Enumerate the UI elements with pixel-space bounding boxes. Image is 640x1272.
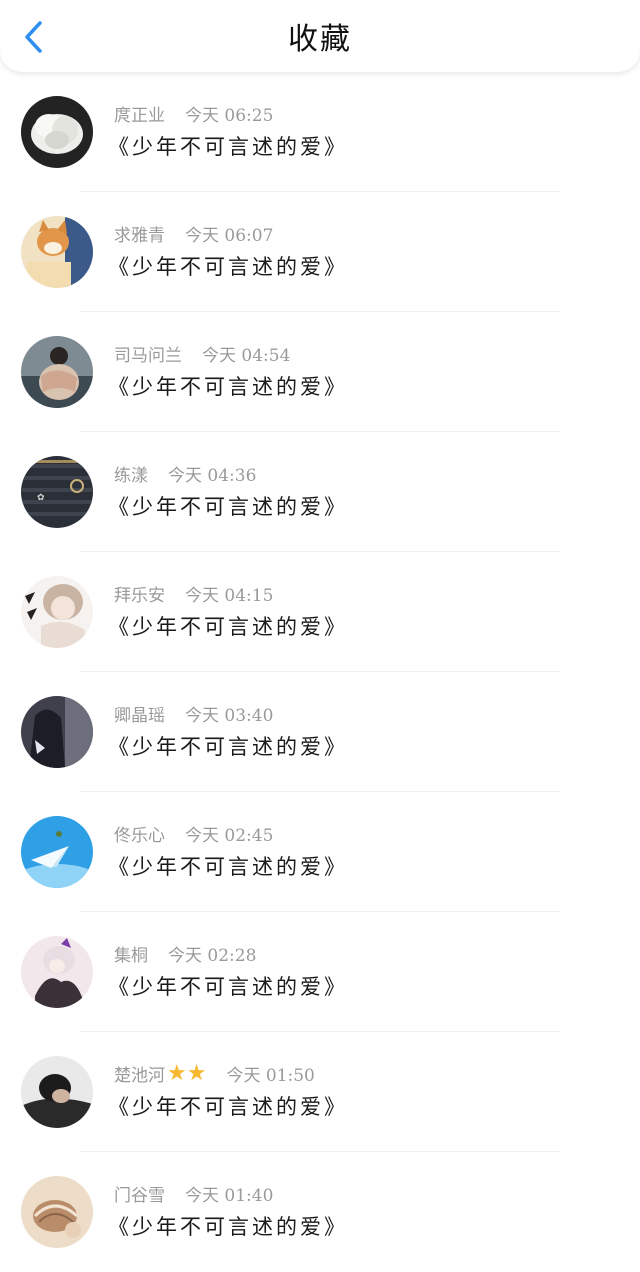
item-meta: 门谷雪 今天 01:40 [114, 1181, 273, 1206]
author-name: 卿晶瑶 [114, 706, 165, 726]
anime-character-avatar [21, 936, 93, 1008]
item-meta: 司马问兰 今天 04:54 [114, 341, 290, 366]
book-title: 《少年不可言述的爱》 [108, 1095, 348, 1119]
list-item[interactable]: 佟乐心 今天 02:45 《少年不可言述的爱》 [0, 792, 640, 912]
timestamp: 今天 02:28 [168, 946, 257, 966]
timestamp: 今天 02:45 [185, 826, 274, 846]
dark-portrait-avatar [21, 696, 93, 768]
list-item[interactable]: 庹正业 今天 06:25 《少年不可言述的爱》 [0, 72, 640, 192]
book-title: 《少年不可言述的爱》 [108, 735, 348, 759]
top-bar: 收藏 [0, 0, 640, 72]
timestamp: 今天 04:54 [202, 346, 291, 366]
page-title: 收藏 [288, 22, 352, 57]
seashell-avatar [21, 1176, 93, 1248]
book-title: 《少年不可言述的爱》 [108, 975, 348, 999]
timestamp: 今天 01:40 [185, 1186, 274, 1206]
author-name: 庹正业 [114, 106, 165, 126]
author-name: 佟乐心 [114, 826, 165, 846]
list-item[interactable]: 集桐 今天 02:28 《少年不可言述的爱》 [0, 912, 640, 1032]
list-item[interactable]: 楚池河 ★★ 今天 01:50 《少年不可言述的爱》 [0, 1032, 640, 1152]
dark-knit-avatar: ✿ [21, 456, 93, 528]
book-title: 《少年不可言述的爱》 [108, 1215, 348, 1239]
item-meta: 楚池河 ★★ 今天 01:50 [114, 1061, 315, 1086]
star-icon: ★ [167, 1060, 187, 1086]
item-meta: 庹正业 今天 06:25 [114, 101, 273, 126]
author-name: 练漾 [114, 466, 148, 486]
author-name: 集桐 [114, 946, 148, 966]
timestamp: 今天 04:36 [168, 466, 257, 486]
item-meta: 卿晶瑶 今天 03:40 [114, 701, 273, 726]
item-meta: 拜乐安 今天 04:15 [114, 581, 273, 606]
list-item[interactable]: 卿晶瑶 今天 03:40 《少年不可言述的爱》 [0, 672, 640, 792]
author-name: 门谷雪 [114, 1186, 165, 1206]
list-item[interactable]: 求雅青 今天 06:07 《少年不可言述的爱》 [0, 192, 640, 312]
cat-avatar [21, 216, 93, 288]
timestamp: 今天 03:40 [185, 706, 274, 726]
list-item[interactable]: 拜乐安 今天 04:15 《少年不可言述的爱》 [0, 552, 640, 672]
book-title: 《少年不可言述的爱》 [108, 615, 348, 639]
list-item[interactable]: ✿ 练漾 今天 04:36 《少年不可言述的爱》 [0, 432, 640, 552]
blue-sky-avatar [21, 816, 93, 888]
author-name: 楚池河 [114, 1066, 165, 1086]
book-title: 《少年不可言述的爱》 [108, 495, 348, 519]
author-name: 求雅青 [114, 226, 165, 246]
timestamp: 今天 06:25 [185, 106, 274, 126]
book-title: 《少年不可言述的爱》 [108, 375, 348, 399]
anime-girl-avatar [21, 576, 93, 648]
person-photo-avatar [21, 336, 93, 408]
item-meta: 佟乐心 今天 02:45 [114, 821, 273, 846]
timestamp: 今天 01:50 [226, 1066, 315, 1086]
item-meta: 求雅青 今天 06:07 [114, 221, 273, 246]
list-item[interactable]: 司马问兰 今天 04:54 《少年不可言述的爱》 [0, 312, 640, 432]
white-flower-avatar [21, 96, 93, 168]
favorites-list: 庹正业 今天 06:25 《少年不可言述的爱》 求雅青 今天 06:07 《少年… [0, 72, 640, 1272]
book-title: 《少年不可言述的爱》 [108, 855, 348, 879]
star-icon: ★ [186, 1060, 207, 1086]
author-name: 司马问兰 [114, 346, 182, 366]
item-meta: 练漾 今天 04:36 [114, 461, 256, 486]
list-item[interactable]: 门谷雪 今天 01:40 《少年不可言述的爱》 [0, 1152, 640, 1272]
item-meta: 集桐 今天 02:28 [114, 941, 256, 966]
author-name: 拜乐安 [114, 586, 165, 606]
book-title: 《少年不可言述的爱》 [108, 135, 348, 159]
book-title: 《少年不可言述的爱》 [108, 255, 348, 279]
timestamp: 今天 06:07 [185, 226, 274, 246]
star-badges: ★★ [167, 1060, 207, 1086]
svg-text:✿: ✿ [37, 493, 45, 503]
boy-photo-avatar [21, 1056, 93, 1128]
timestamp: 今天 04:15 [185, 586, 274, 606]
